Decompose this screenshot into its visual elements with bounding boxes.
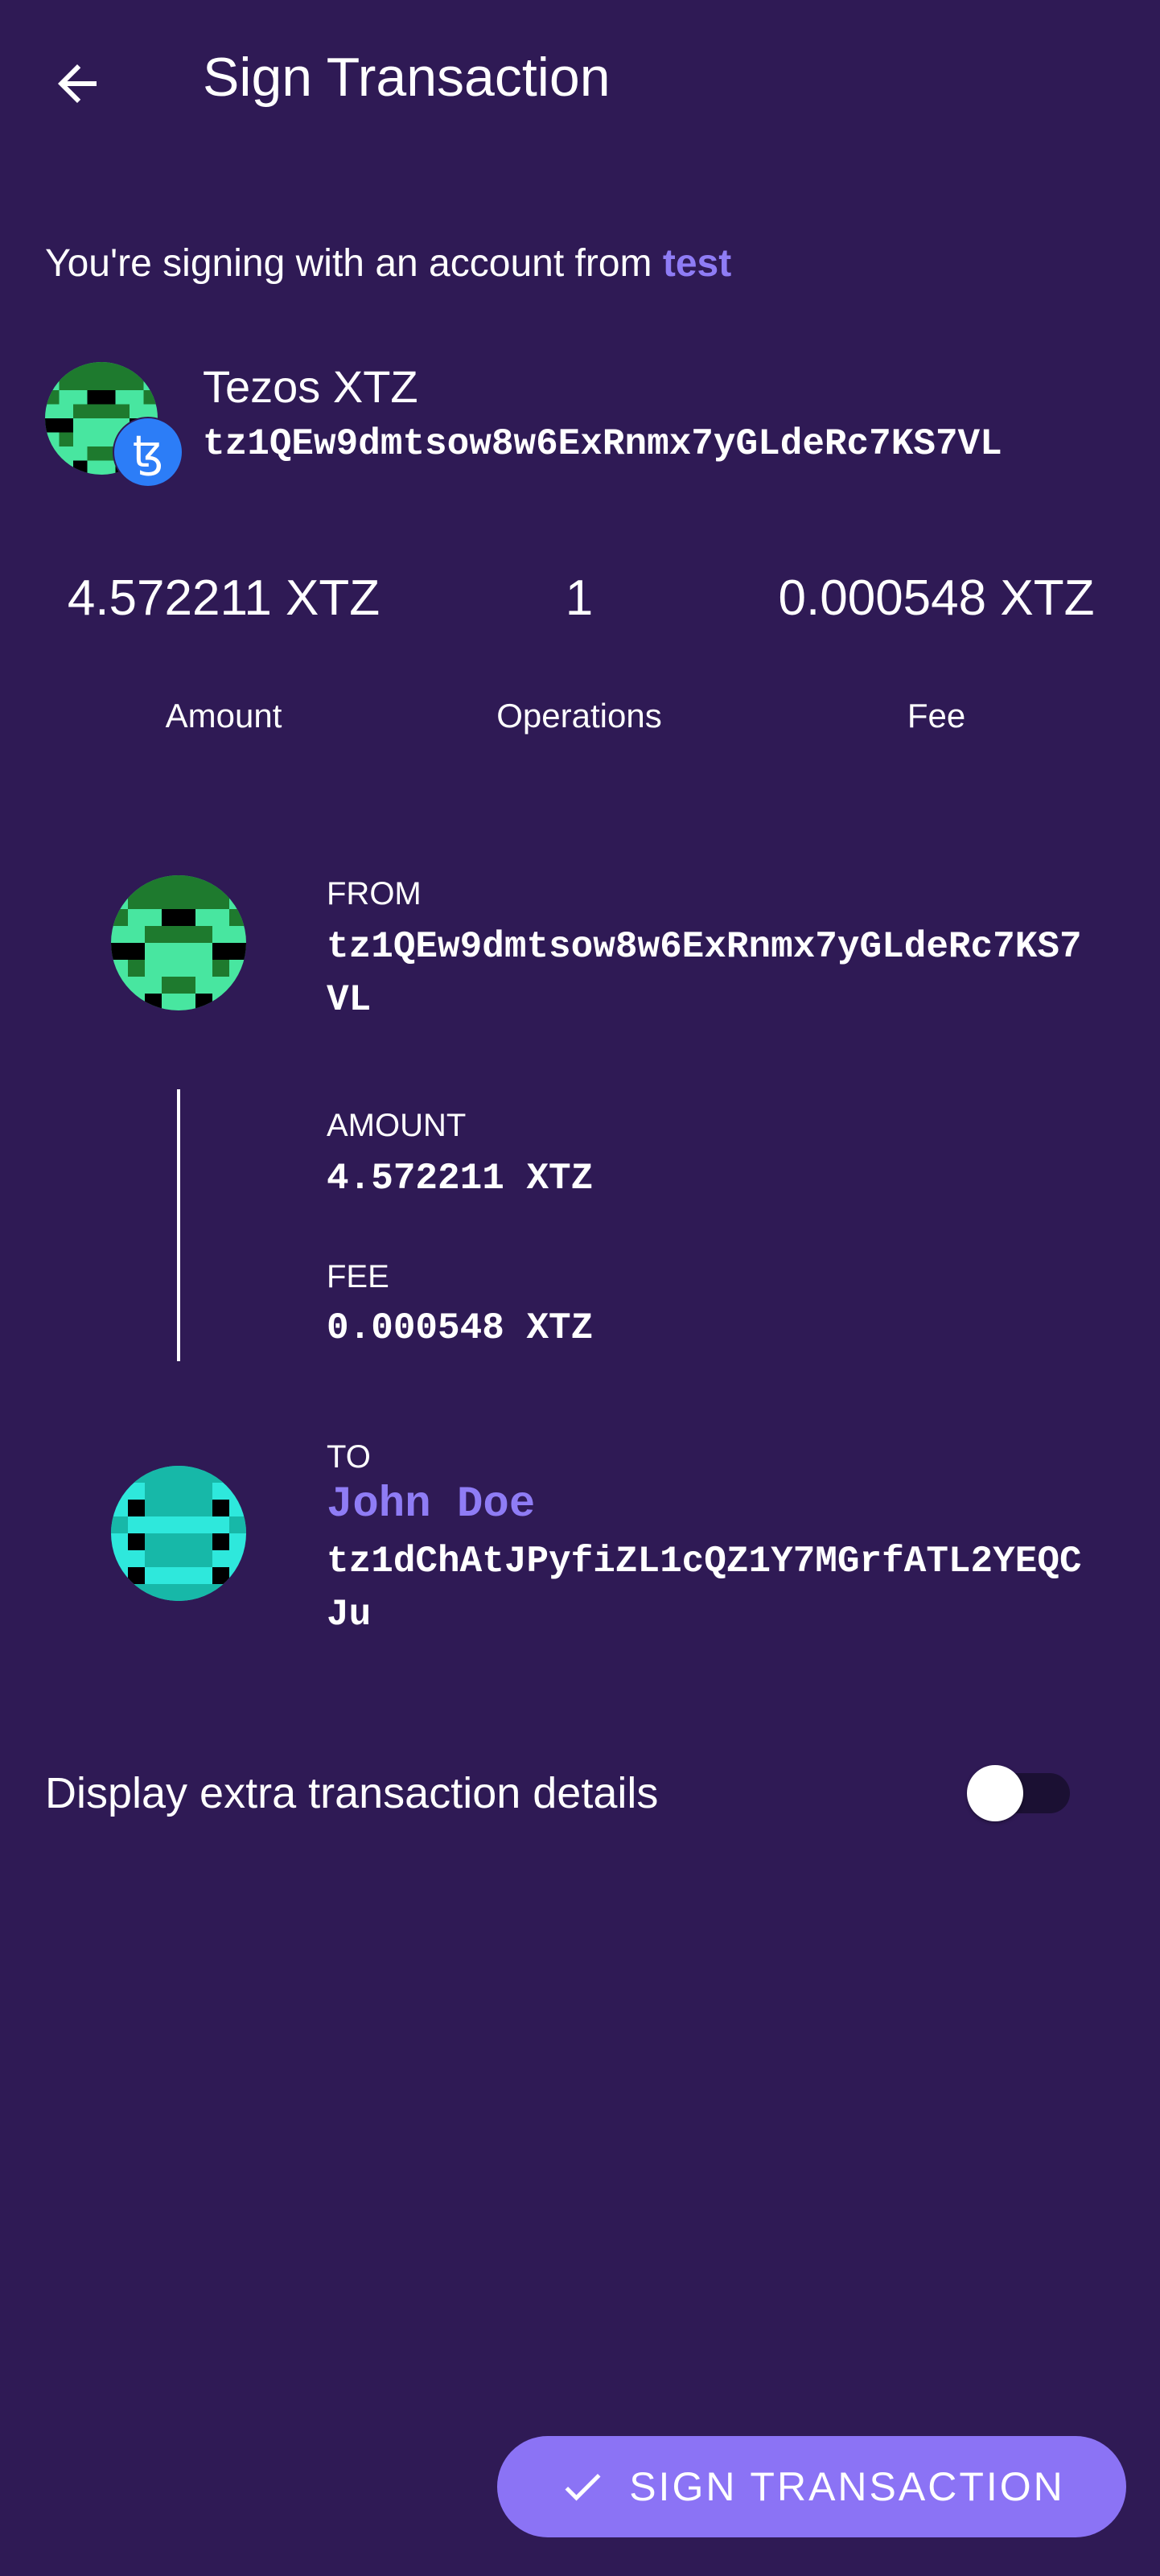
summary-amount-value: 4.572211 XTZ xyxy=(67,570,380,626)
summary-fee-label: Fee xyxy=(907,697,966,735)
to-avatar xyxy=(111,1466,246,1601)
to-address: tz1dChAtJPyfiZL1cQZ1Y7MGrfATL2YEQCJu xyxy=(327,1541,1082,1636)
sign-transaction-button[interactable]: SIGN TRANSACTION xyxy=(497,2436,1126,2537)
tezos-glyph: ꜩ xyxy=(132,426,164,477)
coin-name: Tezos XTZ xyxy=(203,361,418,412)
check-icon xyxy=(565,2473,601,2501)
from-avatar xyxy=(111,875,246,1010)
back-button[interactable] xyxy=(32,39,122,129)
detail-amount-label: AMOUNT xyxy=(327,1108,467,1143)
detail-fee-label: FEE xyxy=(327,1259,389,1294)
arrow-left-icon xyxy=(58,64,97,103)
summary-operations-label: Operations xyxy=(496,697,662,735)
detail-amount-value: 4.572211 XTZ xyxy=(327,1158,594,1200)
from-address: tz1QEw9dmtsow8w6ExRnmx7yGLdeRc7KS7VL xyxy=(327,926,1082,1021)
to-label: TO xyxy=(327,1439,371,1475)
summary-operations-value: 1 xyxy=(565,570,594,626)
flow-connector-line xyxy=(177,1089,180,1361)
page-title: Sign Transaction xyxy=(203,47,611,108)
summary-fee-value: 0.000548 XTZ xyxy=(778,570,1095,626)
signing-account-notice: You're signing with an account from test xyxy=(45,238,731,290)
extra-details-toggle[interactable] xyxy=(967,1765,1023,1821)
to-contact-name[interactable]: John Doe xyxy=(327,1479,535,1532)
account-address: tz1QEw9dmtsow8w6ExRnmx7yGLdeRc7KS7VL xyxy=(203,423,1002,465)
from-label: FROM xyxy=(327,876,422,911)
sign-transaction-label: SIGN TRANSACTION xyxy=(629,2464,1065,2509)
detail-fee-value: 0.000548 XTZ xyxy=(327,1307,594,1349)
sign-transaction-screen: Sign Transaction You're signing with an … xyxy=(0,0,1160,2576)
extra-details-label: Display extra transaction details xyxy=(45,1769,659,1817)
tezos-icon: ꜩ xyxy=(113,417,183,488)
summary-amount-label: Amount xyxy=(165,697,282,735)
signing-account-name[interactable]: test xyxy=(663,242,731,285)
signing-prefix: You're signing with an account from xyxy=(45,242,652,285)
